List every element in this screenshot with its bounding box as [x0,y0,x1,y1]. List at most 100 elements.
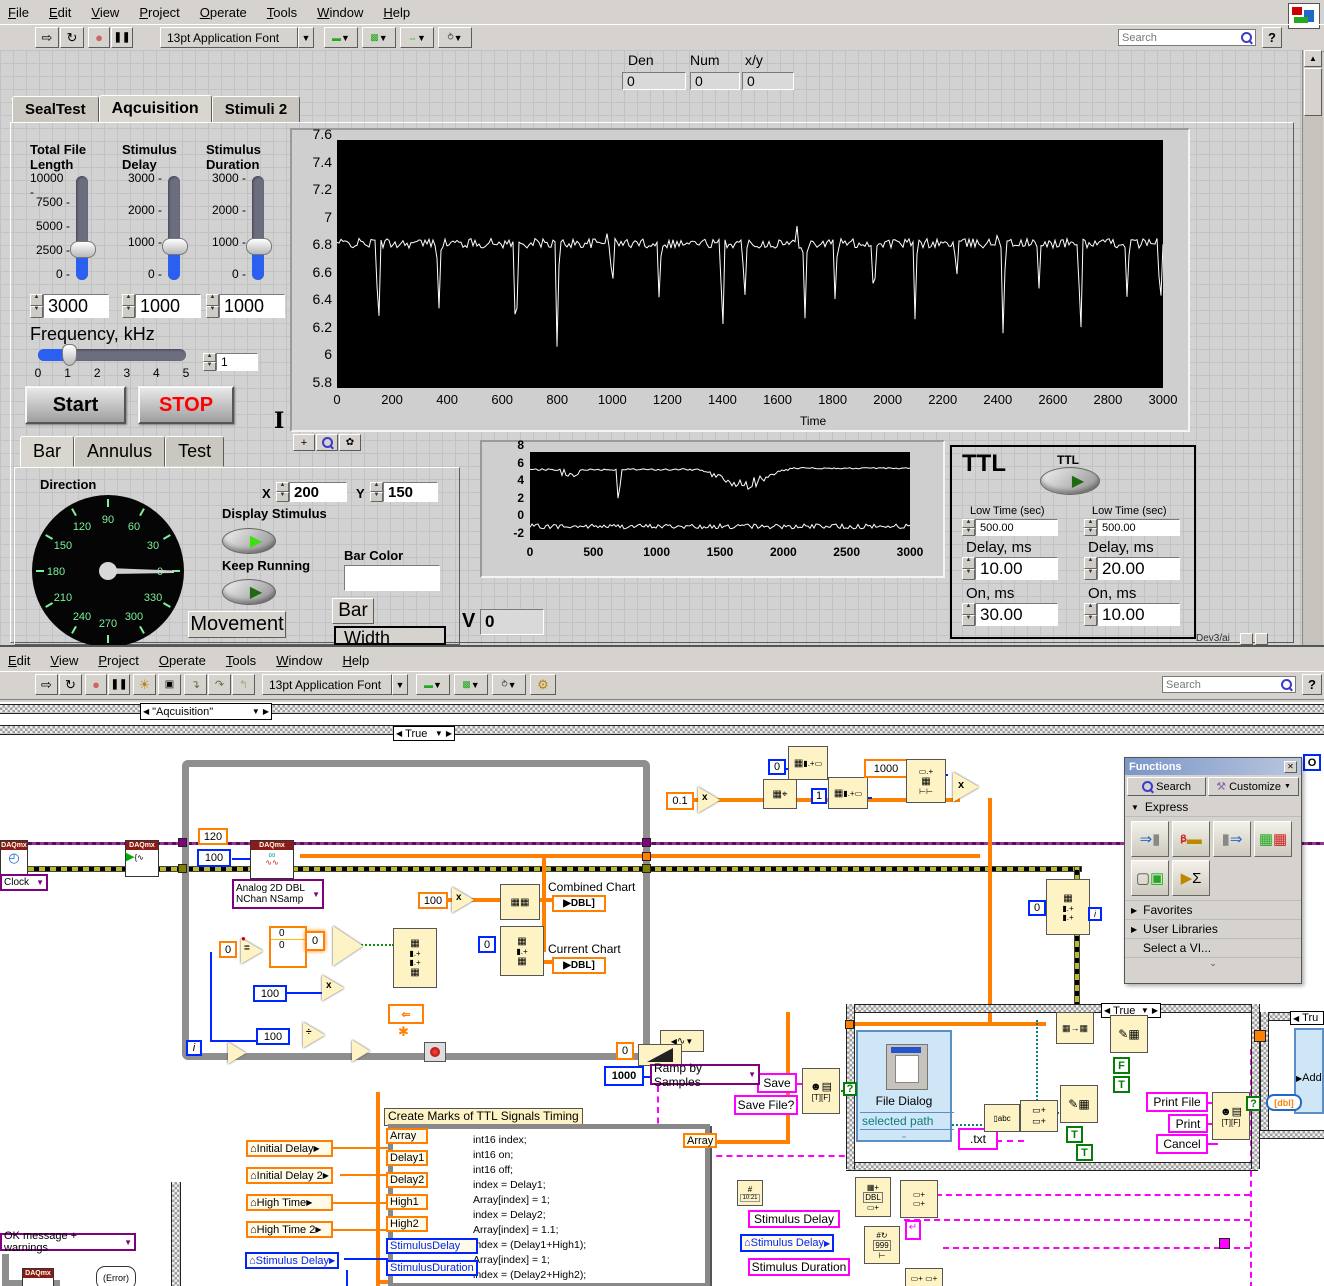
daqmx-read-node[interactable]: DAQmx ∞ ∿∿ [250,840,294,879]
keep-running-toggle[interactable]: ▶ [222,579,276,605]
path-to-string-node[interactable]: ▯abc [984,1104,1020,1132]
ttl-on-spinner-1[interactable]: ▲▼ [962,603,975,626]
format-into-string-node[interactable]: ▭+ ▭+ [905,1268,943,1286]
slider-spinner[interactable]: ▲▼ [206,294,219,318]
diagram-canvas[interactable]: ◀"Aqcuisition"▼▶ ◀True▼▶ [0,702,1324,1286]
slider-spinner[interactable]: ▲▼ [122,294,135,318]
two-button-dialog-node[interactable]: ☻▤[T][F] [1212,1092,1250,1140]
help-button[interactable]: ? [1262,27,1282,48]
error-ring[interactable]: (Error) [96,1266,136,1286]
array-constant[interactable]: 0 0 [269,926,307,968]
loop-stop-button[interactable] [424,1042,446,1062]
interpolate-node[interactable]: ▭.+▦⊢⊢ [906,759,946,803]
resize-objects-button[interactable]: ⇔▼ [400,27,434,48]
express-arithmetic-icon[interactable]: ▶Σ [1172,860,1210,896]
run-button[interactable]: ⇨ [35,674,58,695]
ttl-low-field-2[interactable]: 500.00 [1097,519,1180,536]
ok-message-dropdown[interactable]: OK message + warnings▼ [0,1233,136,1251]
graph-pan-tool[interactable]: ✿ [339,434,361,451]
express-exec-control-icon[interactable]: ▢▣ [1131,860,1169,896]
local-variable[interactable]: ⌂High Time 2▶ [246,1221,333,1238]
menu-item[interactable]: Tools [226,653,256,668]
menu-item[interactable]: Help [383,5,410,20]
boolean-true-constant[interactable]: T [1066,1126,1083,1143]
concat-strings-node[interactable]: ▭+▭+ [1020,1100,1058,1132]
graph-zoom-tool[interactable] [316,434,338,451]
slider-value-field[interactable]: 1000 [135,294,201,318]
close-icon[interactable]: ✕ [1284,761,1297,773]
menu-item[interactable]: View [50,653,78,668]
clock-dropdown[interactable]: Clock▼ [0,874,48,891]
daqmx-start-node[interactable]: DAQmx ▶{∿ [125,840,159,877]
y-spinner[interactable]: ▲▼ [370,482,383,502]
ttl-delay-field-2[interactable]: 20.00 [1097,557,1180,580]
two-button-dialog-node[interactable]: ☻▤[T][F] [802,1068,840,1114]
slider-track[interactable] [252,176,264,280]
frequency-thumb[interactable] [62,344,77,366]
multiply-node[interactable]: x [698,787,720,813]
scroll-thumb[interactable] [1304,68,1322,116]
help-button[interactable]: ? [1302,674,1322,695]
abort-button[interactable]: ● [88,27,110,48]
formula-output-array[interactable]: Array [683,1133,717,1148]
stimulus-delay-string[interactable]: Stimulus Delay [748,1210,840,1228]
y-field[interactable]: 150 [383,482,438,502]
constant-120[interactable]: 120 [198,828,228,845]
ttl-toggle[interactable]: ▶ [1040,467,1100,495]
slider-spinner[interactable]: ▲▼ [30,294,43,318]
ttl-low-spinner-2[interactable]: ▲▼ [1084,519,1097,536]
menu-item[interactable]: Operate [200,5,247,20]
font-selector-arrow[interactable]: ▼ [298,27,314,48]
write-text-file-node[interactable]: ✎▦ [1060,1085,1098,1123]
multiply-node[interactable]: x [452,887,474,913]
build-array-node[interactable]: ▦▮.+▮.+ [1046,879,1090,935]
run-button[interactable]: ⇨ [35,27,59,48]
transpose-array-node[interactable]: ▦→▦ [1056,1012,1094,1044]
daqmx-timing-node[interactable]: DAQmx ◴ [0,840,28,876]
formula-input[interactable]: StimulusDelay [386,1238,478,1254]
index-array-node[interactable]: ▦▮.+▭ [828,777,868,809]
frequency-slider[interactable] [38,349,186,361]
search-input[interactable]: Search [1162,676,1296,693]
ttl-low-field-1[interactable]: 500.00 [975,519,1058,536]
feedback-node[interactable]: ⇐ [388,1004,424,1024]
format-into-string-node[interactable]: ▦+DBL▭+ [855,1177,891,1217]
framed-constant-0[interactable]: 0 [305,931,325,951]
palette-select-vi[interactable]: Select a VI... [1125,939,1301,958]
pause-button[interactable]: ❚❚ [108,674,130,695]
x-spinner[interactable]: ▲▼ [276,482,289,502]
menu-item[interactable]: View [91,5,119,20]
ttl-low-spinner-1[interactable]: ▲▼ [962,519,975,536]
slider-value-field[interactable]: 1000 [219,294,285,318]
constant-100[interactable]: 100 [253,985,287,1002]
boolean-true-constant[interactable]: T [1076,1144,1093,1161]
number-to-string-node[interactable]: #↻999⊢ [864,1226,900,1264]
express-input-icon[interactable]: ⇒▮ [1131,821,1169,857]
slider-value-field[interactable]: 3000 [43,294,109,318]
save-string[interactable]: Save [757,1073,797,1093]
ttl-delay-spinner-1[interactable]: ▲▼ [962,557,975,580]
frequency-spinner[interactable]: ▲▼ [203,353,216,371]
formula-input[interactable]: Delay1 [386,1150,428,1166]
scroll-up-button[interactable]: ▲ [1304,50,1322,67]
formula-input[interactable]: StimulusDuration [386,1260,478,1276]
boolean-true-constant[interactable]: T [1113,1076,1130,1093]
slider-thumb[interactable] [162,238,188,255]
combined-chart-indicator[interactable]: ▶DBL] [552,895,606,912]
bar-color-swatch[interactable] [344,565,440,591]
compare-node[interactable] [352,1040,370,1062]
front-panel-scrollbar[interactable]: ▲ [1302,50,1323,645]
ttl-on-field-2[interactable]: 10.00 [1097,603,1180,626]
palette-section-favorites[interactable]: ▶Favorites [1125,901,1301,920]
x-field[interactable]: 200 [289,482,347,502]
xy-field[interactable]: 0 [742,72,794,90]
local-variable-stimulus-delay[interactable]: ⌂Stimulus Delay▶ [245,1252,339,1269]
stimulus-duration-string[interactable]: Stimulus Duration [748,1258,850,1276]
slider-thumb[interactable] [70,241,96,258]
menu-item[interactable]: Edit [49,5,71,20]
frequency-value[interactable]: 1 [216,353,258,371]
constant-100[interactable]: 100 [256,1028,290,1045]
analog-type-dropdown[interactable]: Analog 2D DBL NChan NSamp▼ [232,879,324,909]
formula-input[interactable]: Array [386,1128,428,1144]
distribute-objects-button[interactable]: ▩▼ [362,27,396,48]
